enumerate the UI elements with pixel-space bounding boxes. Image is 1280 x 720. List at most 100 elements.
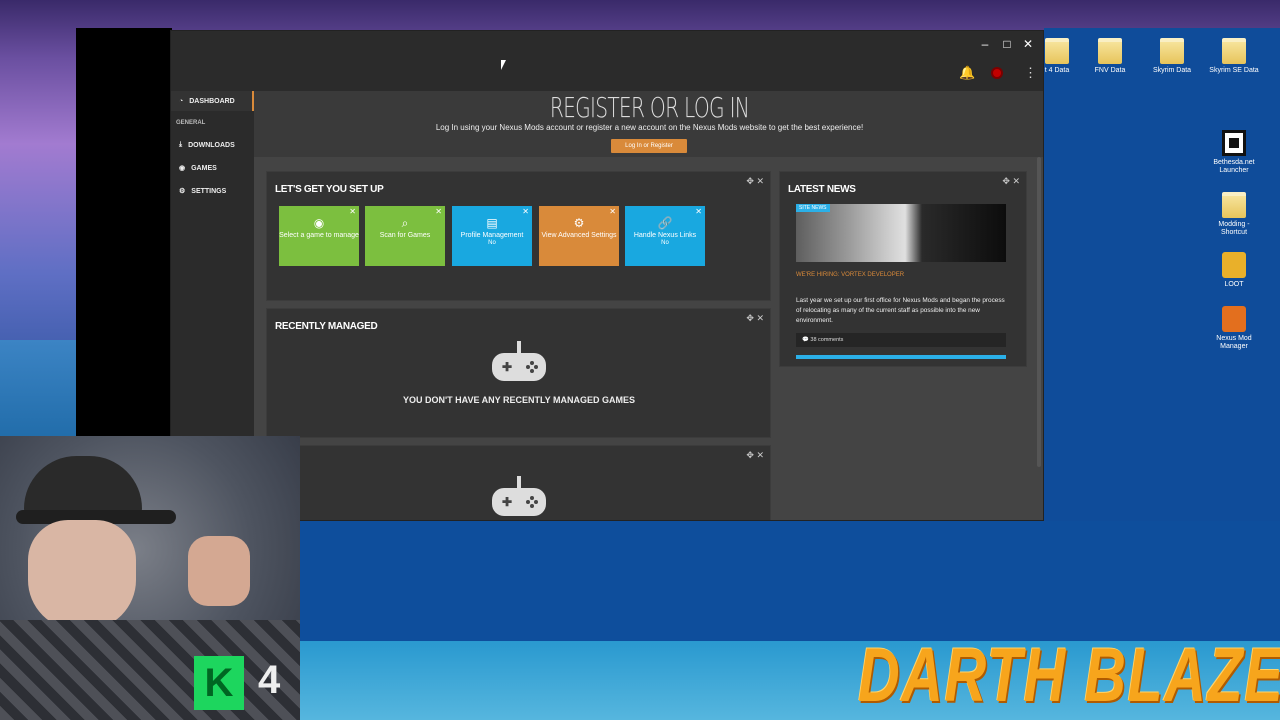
plaid-shirt [0, 620, 300, 720]
tile-handle-nexus-links[interactable]: ✕ 🔗 Handle Nexus Links No [625, 206, 705, 266]
comments-count: 38 comments [810, 337, 844, 343]
empty-state-message: YOU DON'T HAVE ANY RECENTLY MANAGED GAME… [402, 395, 635, 405]
link-icon: 🔗 [657, 216, 673, 230]
search-icon: ⌕ [401, 216, 409, 230]
webcam-overlay [0, 436, 300, 720]
gear-icon: ⚙ [573, 216, 585, 230]
news-next-item[interactable] [796, 355, 1006, 359]
news-headline[interactable]: WE'RE HIRING: VORTEX DEVELOPER [796, 272, 904, 278]
desktop-black-area [76, 28, 172, 444]
close-icon[interactable]: ✕ [695, 207, 702, 216]
vortex-window: – □ ✕ 🔔 ⋮ ◔ DASHBOARD GENERAL ⤓ DOWNLOAD… [170, 30, 1044, 521]
desktop-icon-skyrim-data[interactable]: Skyrim Data [1145, 38, 1199, 75]
minimize-button[interactable]: – [977, 37, 993, 51]
panel-controls[interactable]: ✥ ✕ [746, 313, 764, 324]
sidebar-item-settings[interactable]: ⚙ SETTINGS [171, 181, 254, 201]
news-comments[interactable]: 💬 38 comments [796, 333, 1006, 347]
folder-icon [1098, 38, 1122, 64]
desktop-icon-label: LOOT [1224, 281, 1244, 288]
desktop-icon-label: t 4 Data [1044, 67, 1070, 74]
tile-status: No [488, 240, 496, 246]
folder-icon [1222, 192, 1246, 218]
desktop-icon-skyrim-se-data[interactable]: Skyrim SE Data [1207, 38, 1261, 75]
bell-icon[interactable]: 🔔 [959, 65, 975, 81]
login-button[interactable]: Log In or Register [611, 139, 687, 153]
close-icon[interactable]: ✕ [522, 207, 529, 216]
desktop-icon-label: Skyrim SE Data [1209, 67, 1259, 74]
gear-icon: ⚙ [179, 188, 186, 195]
desktop-icon-nexus-mod-manager[interactable]: Nexus Mod Manager [1207, 306, 1261, 351]
desktop-icon-fnv-data[interactable]: FNV Data [1083, 38, 1137, 75]
gamepad-icon: ✚ [492, 476, 546, 516]
nexus-mod-manager-icon [1222, 306, 1246, 332]
sidebar-item-games[interactable]: ◉ GAMES [171, 158, 254, 178]
sidebar-item-downloads[interactable]: ⤓ DOWNLOADS [171, 135, 254, 155]
close-icon[interactable]: ✕ [349, 207, 356, 216]
streamer-face [28, 520, 136, 630]
cap [24, 456, 142, 516]
news-image[interactable]: SITE NEWS [796, 204, 1006, 262]
desktop-icon-bethesda-launcher[interactable]: Bethesda.net Launcher [1207, 130, 1261, 175]
desktop-icon-label: FNV Data [1094, 67, 1126, 74]
sidebar-item-label: DOWNLOADS [188, 141, 235, 149]
avatar[interactable] [991, 67, 1003, 79]
pointing-hand [188, 536, 250, 606]
tile-scan-games[interactable]: ✕ ⌕ Scan for Games [365, 206, 445, 266]
loot-icon [1222, 252, 1246, 278]
login-banner: REGISTER OR LOG IN Log In using your Nex… [254, 91, 1043, 157]
tile-label: Handle Nexus Links [633, 232, 697, 239]
brand-watermark: DARTH BLAZE [858, 633, 1280, 718]
panel-title: LATEST NEWS [788, 184, 856, 195]
maximize-button[interactable]: □ [999, 37, 1015, 51]
page-title: REGISTER OR LOG IN [549, 91, 750, 124]
more-menu-icon[interactable]: ⋮ [1024, 65, 1037, 81]
recently-managed-panel: RECENTLY MANAGED ✥ ✕ ✚ YOU DON'T HAVE AN… [266, 308, 771, 438]
sidebar-item-label: SETTINGS [191, 187, 227, 195]
gamepad-icon: ◉ [179, 165, 186, 172]
tile-advanced-settings[interactable]: ✕ ⚙ View Advanced Settings [539, 206, 619, 266]
dashboard-icon: ◔ [179, 97, 184, 105]
tile-select-game[interactable]: ✕ ◉ Select a game to manage [279, 206, 359, 266]
login-description: Log In using your Nexus Mods account or … [435, 123, 864, 132]
panel-title: LET'S GET YOU SET UP [275, 184, 384, 195]
gamepad-icon: ✚ [492, 341, 546, 381]
tile-label: View Advanced Settings [541, 232, 617, 239]
desktop-icon-label: Modding - Shortcut [1218, 221, 1250, 236]
folder-icon [1045, 38, 1069, 64]
desktop-icon-modding-shortcut[interactable]: Modding - Shortcut [1207, 192, 1261, 237]
setup-panel: LET'S GET YOU SET UP ✥ ✕ ✕ ◉ Select a ga… [266, 171, 771, 301]
tile-label: Scan for Games [379, 232, 431, 239]
desktop-wallpaper-lower [170, 521, 1280, 641]
panel-controls[interactable]: ✥ ✕ [746, 450, 764, 461]
news-body: Last year we set up our first office for… [796, 297, 1005, 324]
latest-news-panel: LATEST NEWS ✥ ✕ SITE NEWS WE'RE HIRING: … [779, 171, 1027, 367]
panel-controls[interactable]: ✥ ✕ [1002, 176, 1020, 187]
bethesda-icon [1222, 130, 1246, 156]
empty-panel: ✥ ✕ ✚ [266, 445, 771, 520]
tile-label: Profile Management [460, 232, 524, 239]
mouse-cursor [501, 60, 506, 70]
sidebar-item-dashboard[interactable]: ◔ DASHBOARD [171, 91, 254, 111]
desktop-icon-label: Bethesda.net Launcher [1213, 159, 1255, 174]
title-bar[interactable]: – □ ✕ 🔔 ⋮ [171, 31, 1043, 91]
tile-label: Select a game to manage [279, 232, 359, 239]
close-icon[interactable]: ✕ [435, 207, 442, 216]
sidebar-item-label: GAMES [191, 164, 217, 172]
channel-logo: K [194, 656, 244, 710]
gamepad-icon: ◉ [313, 216, 325, 230]
main-scrollbar[interactable] [1037, 157, 1041, 467]
panel-controls[interactable]: ✥ ✕ [746, 176, 764, 187]
close-icon[interactable]: ✕ [609, 207, 616, 216]
desktop-icon-loot[interactable]: LOOT [1207, 252, 1261, 289]
desktop-icon-label: Nexus Mod Manager [1216, 335, 1252, 350]
sidebar-item-label: DASHBOARD [189, 97, 235, 105]
channel-number: 4 [258, 658, 281, 702]
folder-icon [1160, 38, 1184, 64]
tile-status: No [661, 240, 669, 246]
panel-title: RECENTLY MANAGED [275, 321, 378, 332]
sidebar-section-general: GENERAL [176, 120, 206, 126]
profile-icon: ▤ [486, 216, 498, 230]
close-button[interactable]: ✕ [1020, 37, 1036, 51]
tile-profile-management[interactable]: ✕ ▤ Profile Management No [452, 206, 532, 266]
desktop-icon-label: Skyrim Data [1152, 67, 1192, 74]
